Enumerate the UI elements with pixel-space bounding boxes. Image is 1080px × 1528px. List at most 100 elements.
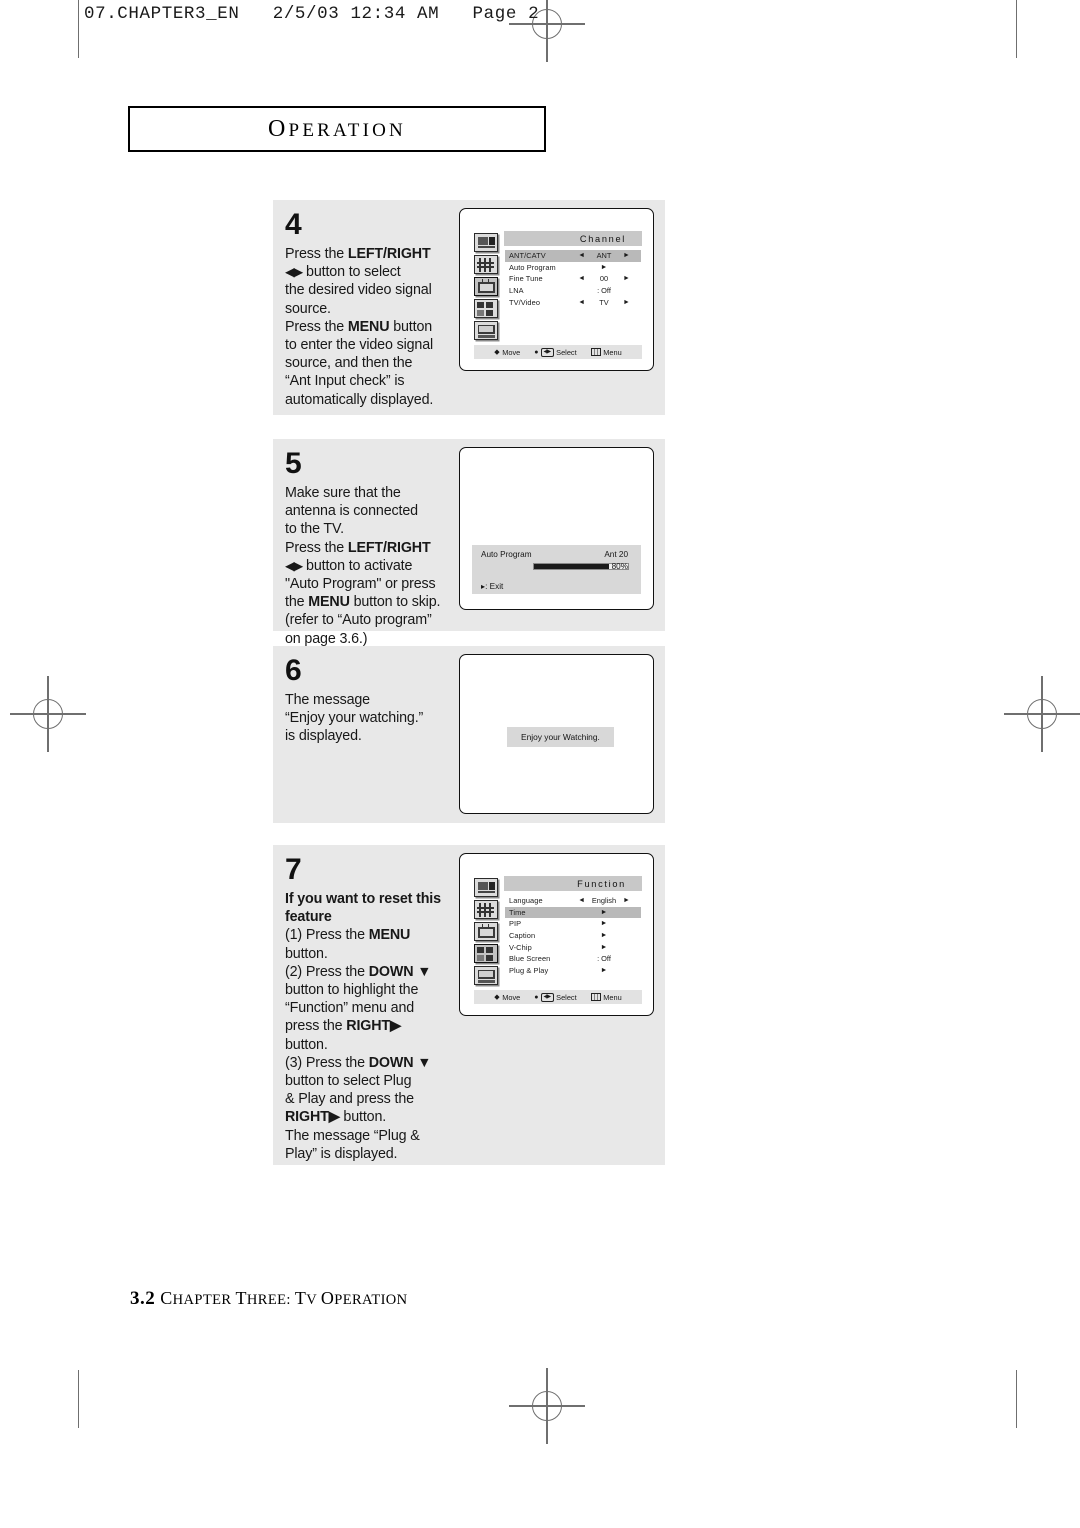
step-7-screen: Function Language ◄ English ► Time ► PIP ► Capti… bbox=[459, 853, 654, 1016]
step-7-text-column: 7 If you want to reset this feature (1) Pr… bbox=[285, 855, 465, 1163]
right-arrow-icon[interactable]: ► bbox=[601, 932, 608, 939]
up-down-arrow-icon: ◆ bbox=[494, 349, 500, 356]
step-6-screen: Enjoy your Watching. bbox=[459, 654, 654, 814]
step-5-screen: Auto Program Ant 20 80% ▸: Exit bbox=[459, 447, 654, 610]
osd-item-value: : Off bbox=[597, 954, 611, 964]
function-osd-titlebar: Function bbox=[504, 876, 642, 891]
channel-osd-items: ANT/CATV ◄ ANT ► Auto Program ► Fine Tune ◄ 00 ► L… bbox=[504, 250, 642, 308]
auto-program-exit-row: ▸: Exit bbox=[472, 578, 641, 594]
osd-item-label: Auto Program bbox=[509, 262, 556, 272]
right-arrow-icon[interactable]: ► bbox=[623, 897, 630, 904]
function-icon[interactable] bbox=[474, 944, 498, 963]
left-arrow-icon[interactable]: ◄ bbox=[578, 252, 585, 259]
setup-icon[interactable] bbox=[474, 966, 498, 985]
step-6-number: 6 bbox=[285, 654, 302, 687]
osd-menu-item[interactable]: PIP ► bbox=[505, 918, 641, 930]
step-text-line: (refer to “Auto program” bbox=[285, 612, 432, 629]
step-5-text-column: 5 Make sure that the antenna is connected… bbox=[285, 449, 465, 648]
step-text-line: button. bbox=[285, 1036, 328, 1053]
osd-menu-item[interactable]: V-Chip ► bbox=[505, 941, 641, 953]
step-text-line: button to highlight the bbox=[285, 982, 419, 999]
osd-menu-item[interactable]: Fine Tune ◄ 00 ► bbox=[505, 273, 641, 285]
step-text-line: Play” is displayed. bbox=[285, 1145, 398, 1162]
hint-move-label: Move bbox=[502, 992, 521, 1002]
step-text-line: & Play and press the bbox=[285, 1091, 414, 1108]
hint-select-label: Select bbox=[556, 347, 577, 357]
osd-item-value-stepper: ◄ English ► bbox=[567, 896, 641, 905]
channel-icon[interactable] bbox=[474, 277, 498, 296]
osd-menu-item[interactable]: TV/Video ◄ TV ► bbox=[505, 296, 641, 308]
osd-menu-item[interactable]: LNA: Off bbox=[505, 285, 641, 297]
step-text-line: to the TV. bbox=[285, 521, 344, 538]
function-osd-items: Language ◄ English ► Time ► PIP ► Caption ► V-Chip… bbox=[504, 895, 642, 976]
osd-menu-item[interactable]: Blue Screen: Off bbox=[505, 953, 641, 965]
right-arrow-icon[interactable]: ► bbox=[601, 944, 608, 951]
step-4-body: Press the LEFT/RIGHT ◀▶ button to select t… bbox=[285, 245, 465, 409]
osd-menu-item[interactable]: ANT/CATV ◄ ANT ► bbox=[505, 250, 641, 262]
picture-icon[interactable] bbox=[474, 878, 498, 897]
step-4-text-column: 4 Press the LEFT/RIGHT ◀▶ button to selec… bbox=[285, 210, 465, 409]
channel-osd-hint-bar: ◆ Move ● ◂▶ Select Menu bbox=[474, 345, 642, 359]
step-text-line: Press the LEFT/RIGHT bbox=[285, 539, 431, 556]
setup-icon[interactable] bbox=[474, 321, 498, 340]
step-text-line: to enter the video signal bbox=[285, 337, 434, 354]
right-arrow-icon[interactable]: ► bbox=[623, 252, 630, 259]
menu-key-icon bbox=[590, 348, 601, 356]
channel-osd-titlebar: Channel bbox=[504, 231, 642, 246]
channel-icon[interactable] bbox=[474, 922, 498, 941]
osd-item-label: PIP bbox=[509, 919, 522, 929]
left-arrow-icon[interactable]: ◄ bbox=[578, 275, 585, 282]
crop-mark-bottom-left-v bbox=[78, 1370, 80, 1428]
left-arrow-icon[interactable]: ◄ bbox=[578, 299, 585, 306]
right-arrow-icon[interactable]: ► bbox=[623, 299, 630, 306]
enjoy-watching-message: Enjoy your Watching. bbox=[507, 727, 614, 747]
hint-menu-label: Menu bbox=[603, 992, 622, 1002]
step-text-line: (2) Press the DOWN ▼ bbox=[285, 963, 432, 980]
function-osd: Function Language ◄ English ► Time ► PIP ► Capti… bbox=[474, 876, 642, 1004]
right-arrow-icon[interactable]: ► bbox=[601, 967, 608, 974]
right-arrow-icon[interactable]: ► bbox=[623, 275, 630, 282]
step-text-line: Make sure that the bbox=[285, 485, 401, 501]
step-text-line: automatically displayed. bbox=[285, 391, 434, 408]
osd-item-value: : Off bbox=[597, 286, 611, 296]
step-5-body: Make sure that the antenna is connected to… bbox=[285, 484, 465, 648]
enter-key-icon: ◂▶ bbox=[541, 992, 554, 1002]
sound-icon[interactable] bbox=[474, 255, 498, 274]
osd-item-submenu-arrow: ► bbox=[567, 920, 641, 927]
osd-menu-item[interactable]: Plug & Play ► bbox=[505, 965, 641, 977]
step-text-line: Press the LEFT/RIGHT bbox=[285, 246, 431, 262]
enter-key-icon: ◂▶ bbox=[541, 347, 554, 357]
step-5-number: 5 bbox=[285, 447, 302, 480]
osd-menu-item[interactable]: Auto Program ► bbox=[505, 262, 641, 274]
osd-menu-item[interactable]: Language ◄ English ► bbox=[505, 895, 641, 907]
osd-menu-item[interactable]: Time ► bbox=[505, 906, 641, 919]
crop-mark-top-left-v bbox=[78, 0, 80, 58]
right-arrow-icon[interactable]: ► bbox=[601, 920, 608, 927]
osd-item-submenu-arrow: ► bbox=[567, 944, 641, 951]
sound-icon[interactable] bbox=[474, 900, 498, 919]
step-7-number: 7 bbox=[285, 853, 302, 886]
channel-osd-title: Channel bbox=[579, 233, 626, 244]
step-text-line: The message “Plug & bbox=[285, 1127, 420, 1144]
function-osd-title: Function bbox=[577, 878, 626, 889]
osd-item-label: Time bbox=[509, 907, 526, 917]
page-footer: 3.2 Chapter Three: TV Operation bbox=[130, 1288, 408, 1310]
osd-item-label: Plug & Play bbox=[509, 965, 549, 975]
osd-menu-item[interactable]: Caption ► bbox=[505, 930, 641, 942]
step-text-line: (1) Press the MENU bbox=[285, 927, 411, 944]
step-text-line: button to select Plug bbox=[285, 1073, 412, 1090]
right-arrow-icon[interactable]: ► bbox=[601, 264, 608, 271]
function-icon[interactable] bbox=[474, 299, 498, 318]
picture-icon[interactable] bbox=[474, 233, 498, 252]
step-block-4: 4 Press the LEFT/RIGHT ◀▶ button to selec… bbox=[273, 200, 665, 415]
hint-move-label: Move bbox=[502, 347, 521, 357]
osd-item-submenu-arrow: ► bbox=[567, 967, 641, 974]
osd-sidebar-channel bbox=[474, 231, 500, 340]
left-arrow-icon[interactable]: ◄ bbox=[578, 897, 585, 904]
osd-item-value-stepper: ◄ 00 ► bbox=[567, 274, 641, 283]
right-arrow-icon[interactable]: ► bbox=[601, 909, 608, 916]
channel-osd: Channel ANT/CATV ◄ ANT ► Auto Program ► Fine T… bbox=[474, 231, 642, 359]
step-4-screen: Channel ANT/CATV ◄ ANT ► Auto Program ► Fine T… bbox=[459, 208, 654, 371]
step-text-line: (3) Press the DOWN ▼ bbox=[285, 1054, 432, 1071]
step-text-line: The message bbox=[285, 692, 370, 708]
